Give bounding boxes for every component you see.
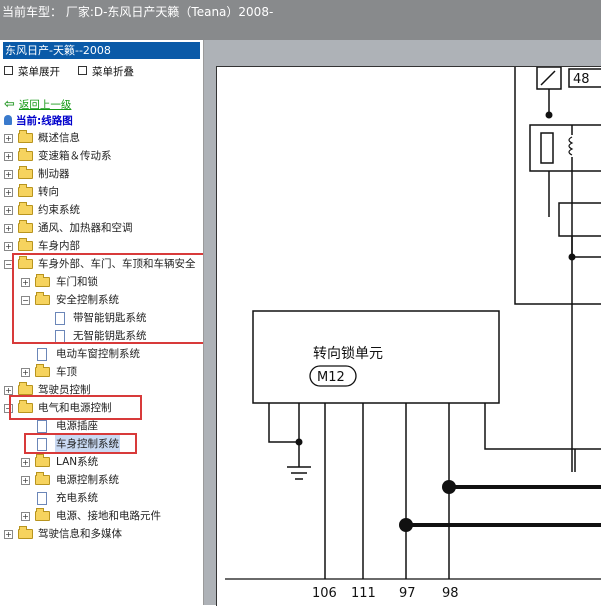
- expand-icon[interactable]: +: [4, 530, 13, 539]
- expand-icon[interactable]: +: [4, 170, 13, 179]
- back-arrow-icon: ⇦: [4, 97, 15, 112]
- highlight-box-security: [12, 253, 203, 344]
- terminal-label: 98: [442, 586, 459, 601]
- folder-icon: [18, 184, 33, 197]
- title-bar: 当前车型： 厂家:D-东风日产天籁（Teana）2008-: [0, 0, 601, 40]
- folder-icon: [18, 382, 33, 395]
- folder-icon: [18, 166, 33, 179]
- expand-icon[interactable]: +: [21, 368, 30, 377]
- document-icon: [37, 348, 47, 361]
- terminal-label: 97: [399, 586, 416, 601]
- expand-box-icon: [4, 66, 13, 75]
- folder-icon: [18, 238, 33, 251]
- vehicle-model-title: 当前车型： 厂家:D-东风日产天籁（Teana）2008-: [2, 5, 274, 19]
- highlight-box-body-control: [24, 433, 137, 454]
- expand-icon[interactable]: +: [4, 242, 13, 251]
- connector-label: 48: [573, 72, 590, 87]
- collapse-menu-button[interactable]: 菜单折叠: [78, 64, 134, 79]
- sidebar-title: 东风日产-天籁--2008: [3, 42, 200, 59]
- wiring-diagram-viewer: 转向锁单元 M12 48 106 111 97 98: [204, 40, 601, 606]
- wiring-diagram: 转向锁单元 M12 48 106 111 97 98: [225, 67, 601, 601]
- expand-icon[interactable]: +: [21, 476, 30, 485]
- folder-icon: [35, 364, 50, 377]
- expand-icon[interactable]: +: [4, 386, 13, 395]
- folder-icon: [18, 130, 33, 143]
- folder-icon: [35, 508, 50, 521]
- terminal-label: 106: [312, 586, 337, 601]
- wiring-diagram-sheet: 转向锁单元 M12 48 106 111 97 98: [216, 66, 601, 606]
- expand-menu-button[interactable]: 菜单展开: [4, 64, 60, 79]
- folder-icon: [18, 148, 33, 161]
- document-icon: [37, 420, 47, 433]
- folder-icon: [18, 526, 33, 539]
- folder-icon: [18, 220, 33, 233]
- expand-icon[interactable]: +: [4, 188, 13, 197]
- folder-icon: [35, 472, 50, 485]
- expand-icon[interactable]: +: [4, 206, 13, 215]
- unit-code-label: M12: [317, 370, 345, 385]
- back-link[interactable]: ⇦ 返回上一级: [4, 97, 71, 112]
- document-icon: [37, 492, 47, 505]
- expand-icon[interactable]: +: [4, 152, 13, 161]
- folder-icon: [35, 454, 50, 467]
- sidebar: 东风日产-天籁--2008 菜单展开 菜单折叠 ⇦ 返回上一级 当前:线路图 + 概…: [0, 40, 204, 605]
- current-location: 当前:线路图: [4, 113, 73, 128]
- expand-icon[interactable]: +: [21, 512, 30, 521]
- folder-icon: [18, 202, 33, 215]
- expand-icon[interactable]: +: [21, 458, 30, 467]
- expand-icon[interactable]: +: [4, 224, 13, 233]
- collapse-box-icon: [78, 66, 87, 75]
- expand-icon[interactable]: +: [4, 134, 13, 143]
- highlight-box-electrical: [9, 395, 142, 420]
- unit-name-label: 转向锁单元: [313, 346, 383, 362]
- location-icon: [4, 115, 12, 125]
- terminal-label: 111: [351, 586, 376, 601]
